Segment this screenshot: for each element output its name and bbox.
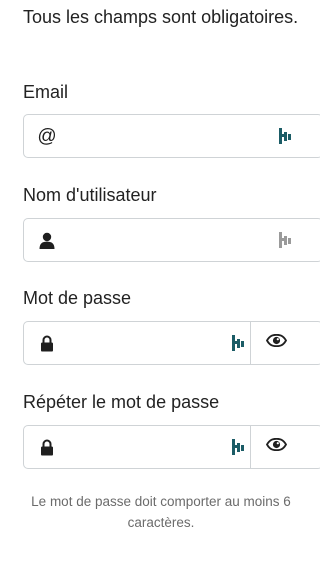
password-repeat-label: Répéter le mot de passe [23, 392, 220, 412]
at-icon: @ [37, 125, 57, 147]
email-field[interactable]: @ [23, 114, 320, 158]
password-field[interactable] [23, 321, 320, 365]
username-field[interactable] [23, 218, 320, 262]
password-manager-icon[interactable] [279, 128, 291, 144]
eye-icon [265, 437, 287, 456]
username-label: Nom d'utilisateur [23, 185, 157, 205]
eye-icon [265, 333, 287, 352]
password-label: Mot de passe [23, 288, 132, 308]
lock-icon [38, 334, 56, 352]
password-manager-icon[interactable] [232, 439, 244, 455]
lock-icon [38, 438, 56, 456]
password-repeat-field[interactable] [23, 425, 320, 469]
show-password-button[interactable] [250, 322, 301, 364]
password-manager-icon[interactable] [232, 335, 244, 351]
password-length-hint: Le mot de passe doit comporter au moins … [31, 494, 291, 530]
show-password-repeat-button[interactable] [250, 426, 301, 468]
email-label: Email [23, 82, 69, 102]
required-fields-notice: Tous les champs sont obligatoires. [23, 7, 299, 27]
password-manager-icon[interactable] [279, 232, 291, 248]
user-icon [38, 231, 56, 249]
